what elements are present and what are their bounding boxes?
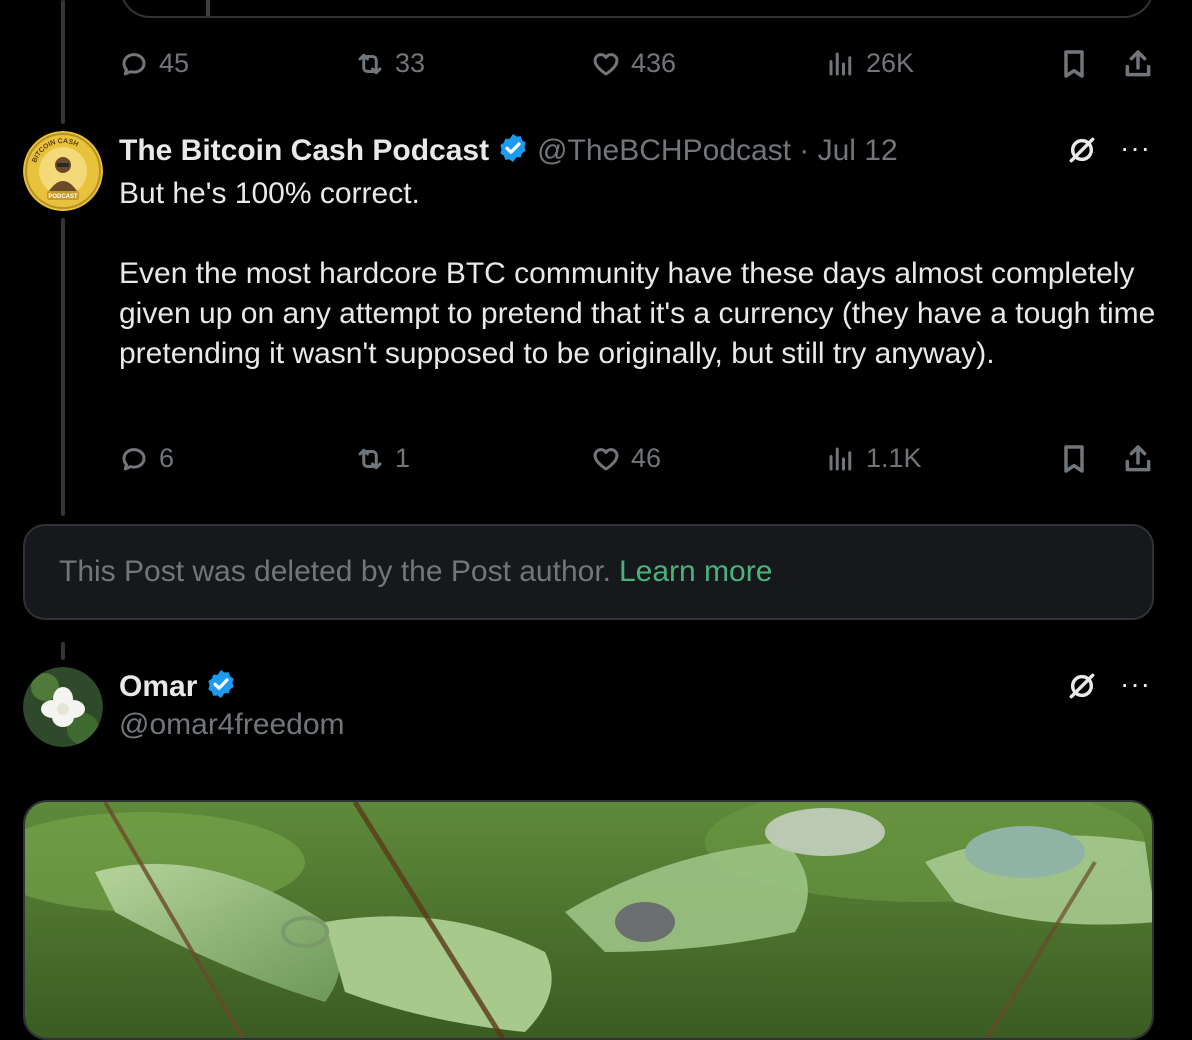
reply-icon xyxy=(122,447,146,470)
deleted-notice-text: This Post was deleted by the Post author… xyxy=(59,555,611,588)
svg-text:PODCAST: PODCAST xyxy=(48,194,78,200)
bookmark-button[interactable] xyxy=(1058,443,1090,480)
reply-icon xyxy=(122,52,146,75)
reply-button[interactable]: 6 xyxy=(119,443,174,474)
repost-count: 33 xyxy=(395,48,426,78)
verified-icon xyxy=(205,668,237,705)
views-count: 26K xyxy=(866,48,915,78)
quoted-media-edge xyxy=(206,0,210,16)
repost-count: 1 xyxy=(395,443,411,473)
grok-button[interactable] xyxy=(1066,134,1098,171)
share-icon xyxy=(1125,445,1151,472)
like-button[interactable]: 46 xyxy=(591,443,661,474)
views-count: 1.1K xyxy=(866,443,922,473)
author-name[interactable]: The Bitcoin Cash Podcast xyxy=(119,134,489,168)
post-header: The Bitcoin Cash Podcast @TheBCHPodcast … xyxy=(119,132,898,169)
share-button[interactable] xyxy=(1122,443,1154,480)
more-button[interactable]: ··· xyxy=(1120,668,1151,700)
author-name[interactable]: Omar xyxy=(119,670,197,704)
repost-button[interactable]: 1 xyxy=(355,443,410,474)
post-media-image[interactable] xyxy=(23,800,1154,1040)
reply-button[interactable]: 45 xyxy=(119,48,189,79)
more-icon: ··· xyxy=(1120,668,1151,699)
avatar-omar[interactable] xyxy=(23,667,103,747)
views-icon xyxy=(829,52,852,75)
repost-icon xyxy=(358,448,382,469)
views-button[interactable]: 26K xyxy=(826,48,914,79)
grok-icon xyxy=(1069,137,1095,163)
author-handle[interactable]: @omar4freedom xyxy=(119,708,345,742)
bookmark-button[interactable] xyxy=(1058,48,1090,85)
verified-icon xyxy=(497,132,529,169)
learn-more-link[interactable]: Learn more xyxy=(619,555,772,589)
bookmark-icon xyxy=(1064,50,1084,78)
thread-line-mid xyxy=(61,218,65,516)
author-handle-date[interactable]: @TheBCHPodcast · Jul 12 xyxy=(537,134,898,168)
deleted-post-notice: This Post was deleted by the Post author… xyxy=(23,524,1154,620)
reply-count: 6 xyxy=(159,443,175,473)
avatar-bch-podcast[interactable]: BITCOIN CASH PODCAST xyxy=(23,131,103,211)
repost-button[interactable]: 33 xyxy=(355,48,425,79)
views-button[interactable]: 1.1K xyxy=(826,443,922,474)
views-icon xyxy=(829,447,852,470)
share-button[interactable] xyxy=(1122,48,1154,85)
post-header: Omar xyxy=(119,668,237,705)
more-button[interactable]: ··· xyxy=(1120,132,1151,164)
bookmark-icon xyxy=(1064,445,1084,473)
repost-icon xyxy=(358,53,382,74)
grok-button[interactable] xyxy=(1066,670,1098,707)
quoted-post-card-bottom[interactable] xyxy=(120,0,1154,18)
thread-line-bottom xyxy=(61,642,65,660)
like-button[interactable]: 436 xyxy=(591,48,676,79)
post-text: But he's 100% correct. Even the most har… xyxy=(119,177,1156,370)
reply-count: 45 xyxy=(159,48,190,78)
heart-icon xyxy=(593,447,619,470)
grok-icon xyxy=(1069,673,1095,699)
heart-icon xyxy=(593,52,619,75)
like-count: 436 xyxy=(631,48,677,78)
like-count: 46 xyxy=(631,443,662,473)
thread-line-top xyxy=(61,0,65,124)
share-icon xyxy=(1125,50,1151,77)
more-icon: ··· xyxy=(1120,132,1151,163)
